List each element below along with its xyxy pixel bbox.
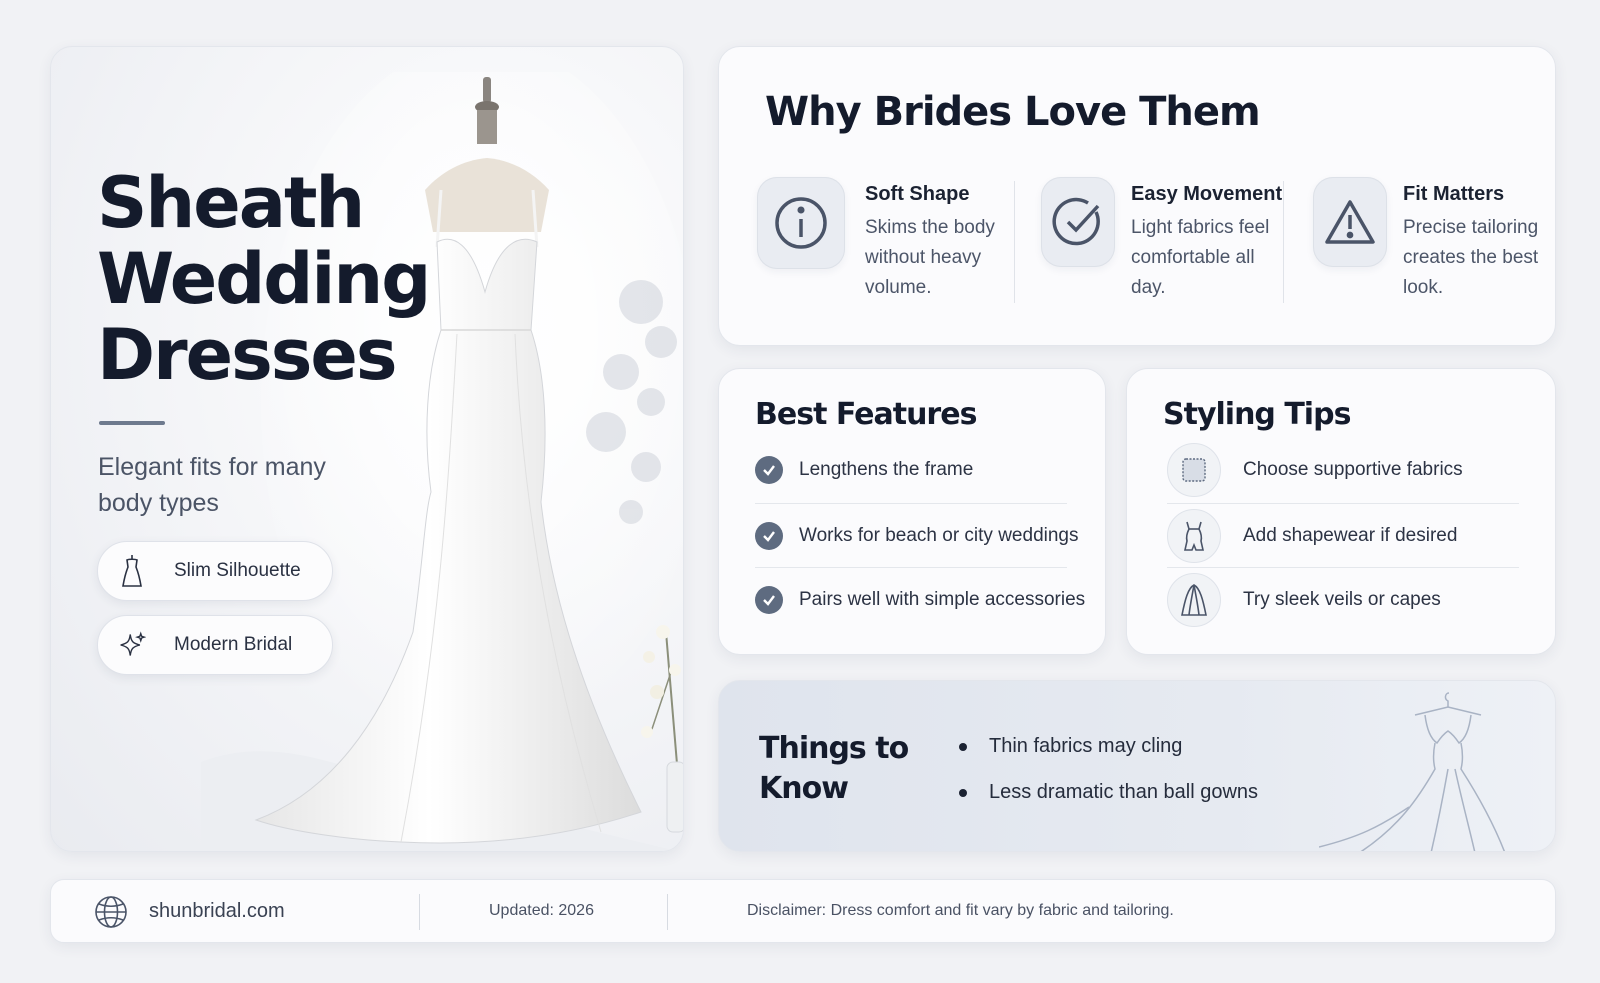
dress-form-icon	[118, 554, 146, 588]
section-title: Best Features	[755, 397, 977, 432]
footer-bar: shunbridal.com Updated: 2026 Disclaimer:…	[50, 879, 1556, 943]
section-title: Things to Know	[759, 729, 929, 809]
section-title: Why Brides Love Them	[765, 89, 1261, 135]
shapewear-icon	[1167, 509, 1221, 563]
warning-icon	[1313, 177, 1387, 267]
tip-label: Add shapewear if desired	[1243, 525, 1458, 546]
feature-label: Pairs well with simple accessories	[799, 589, 1086, 610]
reason-title: Fit Matters	[1403, 183, 1505, 205]
tip-label: Try sleek veils or capes	[1243, 589, 1441, 610]
updated-date: Updated: 2026	[489, 902, 594, 919]
styling-tips-card: Styling Tips Choose supportive fabrics A…	[1126, 368, 1556, 655]
caveat-item: Less dramatic than ball gowns	[959, 781, 1258, 804]
tip-item: Try sleek veils or capes	[1167, 567, 1519, 633]
why-brides-card: Why Brides Love Them Soft Shape Skims th…	[718, 46, 1556, 346]
reason-title: Easy Movement	[1131, 183, 1283, 205]
fabric-swatch-icon	[1167, 443, 1221, 497]
tag-slim-silhouette[interactable]: Slim Silhouette	[97, 541, 333, 601]
gown-sketch-illustration	[1319, 692, 1506, 851]
page-title: Sheath Wedding Dresses	[97, 162, 431, 396]
title-divider	[99, 421, 165, 425]
divider	[667, 894, 668, 930]
feature-label: Lengthens the frame	[799, 459, 974, 480]
disclaimer-text: Disclaimer: Dress comfort and fit vary b…	[747, 902, 1174, 919]
feature-item: Works for beach or city weddings	[755, 503, 1079, 569]
caveat-item: Thin fabrics may cling	[959, 735, 1182, 758]
feature-label: Works for beach or city weddings	[799, 525, 1079, 546]
check-icon	[755, 586, 783, 614]
divider	[1014, 181, 1015, 303]
hero-card: Sheath Wedding Dresses Elegant fits for …	[50, 46, 684, 852]
divider	[419, 894, 420, 930]
tag-modern-bridal[interactable]: Modern Bridal	[97, 615, 333, 675]
title-line: Wedding	[97, 238, 431, 320]
veil-icon	[1167, 573, 1221, 627]
divider	[1283, 181, 1284, 303]
title-line: Know	[759, 771, 849, 806]
reason-text: Light fabrics feel comfortable all day.	[1131, 217, 1270, 298]
info-icon	[757, 177, 845, 269]
tip-item: Choose supportive fabrics	[1167, 437, 1519, 503]
best-features-card: Best Features Lengthens the frame Works …	[718, 368, 1106, 655]
feature-item: Lengthens the frame	[755, 437, 1073, 503]
globe-icon	[95, 896, 127, 928]
tip-item: Add shapewear if desired	[1167, 503, 1519, 569]
title-line: Things to	[759, 731, 909, 766]
site-link[interactable]: shunbridal.com	[149, 900, 285, 923]
tip-label: Choose supportive fabrics	[1243, 459, 1463, 480]
sparkle-icon	[118, 628, 146, 662]
section-title: Styling Tips	[1163, 397, 1351, 432]
caveat-label: Less dramatic than ball gowns	[989, 781, 1259, 803]
bullet-icon	[959, 788, 967, 797]
caveat-label: Thin fabrics may cling	[989, 735, 1183, 757]
check-icon	[755, 456, 783, 484]
reason-title: Soft Shape	[865, 183, 970, 205]
check-icon	[755, 522, 783, 550]
title-line: Sheath	[97, 162, 365, 244]
bullet-icon	[959, 742, 967, 751]
title-line: Dresses	[97, 314, 398, 396]
tag-label: Slim Silhouette	[174, 560, 301, 581]
reason-text: Skims the body without heavy volume.	[865, 217, 995, 298]
hero-subtitle: Elegant fits for many body types	[98, 453, 326, 517]
check-circle-icon	[1041, 177, 1115, 267]
feature-item: Pairs well with simple accessories	[755, 567, 1085, 633]
things-to-know-card: Things to Know Thin fabrics may cling Le…	[718, 680, 1556, 852]
reason-text: Precise tailoring creates the best look.	[1403, 217, 1539, 298]
tag-label: Modern Bridal	[174, 634, 293, 655]
